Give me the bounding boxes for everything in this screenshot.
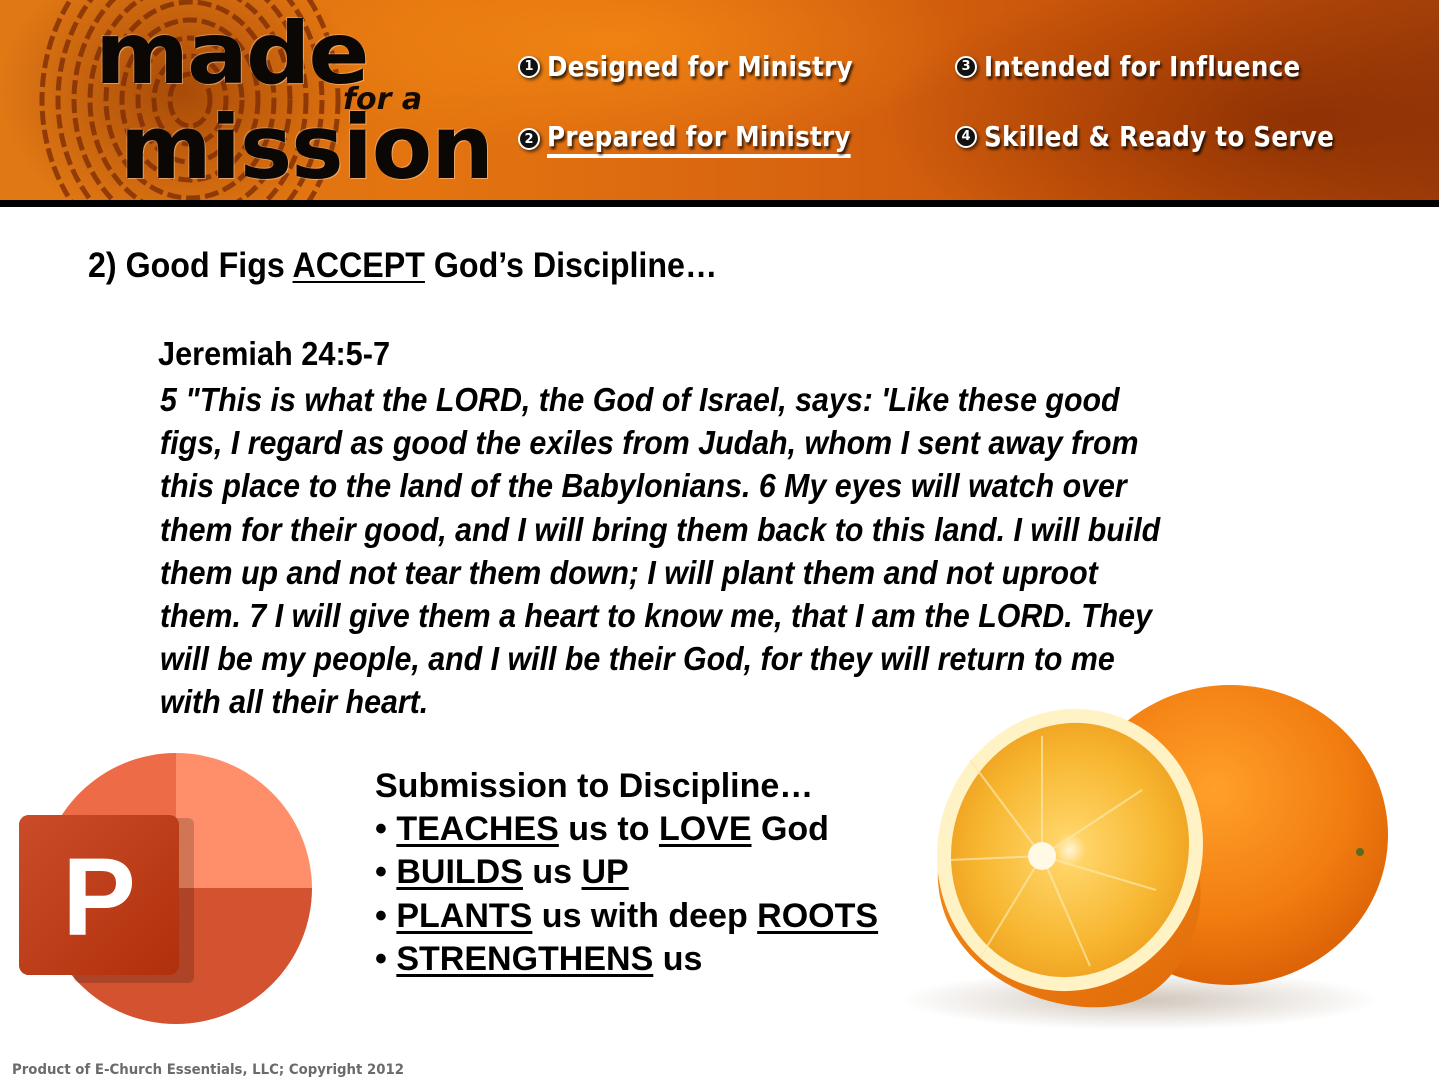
item-keyword: STRENGTHENS: [396, 939, 654, 978]
nav-item-skilled-ready-to-serve[interactable]: 4 Skilled & Ready to Serve: [955, 120, 1382, 153]
orange-halves-photo: [900, 685, 1388, 1030]
scripture-reference: Jeremiah 24:5-7: [158, 335, 391, 372]
item-text: us: [653, 939, 703, 978]
nav-label: Designed for Ministry: [547, 50, 853, 83]
list-item: • TEACHES us to LOVE God: [375, 808, 878, 851]
number-4-icon: 4: [955, 125, 977, 148]
item-keyword: TEACHES: [396, 810, 559, 849]
heading-suffix: God’s Discipline…: [424, 246, 718, 285]
number-1-icon: 1: [518, 55, 540, 78]
series-nav: 1 Designed for Ministry 2 Prepared for M…: [518, 44, 1438, 164]
scripture-line: figs, I regard as good the exiles from J…: [160, 424, 1139, 462]
scripture-line: them for their good, and I will bring th…: [160, 510, 1161, 548]
list-item: • PLANTS us with deep ROOTS: [375, 895, 878, 938]
copyright-footer: Product of E-Church Essentials, LLC; Cop…: [12, 1062, 405, 1078]
bullet-icon: •: [375, 896, 387, 935]
nav-item-intended-for-influence[interactable]: 3 Intended for Influence: [955, 50, 1344, 83]
logo-word-made: made: [95, 4, 370, 104]
item-text: God: [751, 810, 829, 849]
scripture-line: 5 "This is what the LORD, the God of Isr…: [160, 381, 1120, 418]
made-for-a-mission-logo: made for a mission: [95, 4, 494, 199]
submission-title: Submission to Discipline…: [375, 767, 814, 805]
ppt-letter: P: [62, 836, 135, 959]
list-item: • BUILDS us UP: [375, 851, 878, 894]
nav-item-designed-for-ministry[interactable]: 1 Designed for Ministry: [518, 50, 895, 83]
scripture-line: them. 7 I will give them a heart to know…: [160, 597, 1152, 635]
number-2-icon: 2: [518, 128, 540, 150]
heading-emphasis: ACCEPT: [292, 246, 425, 285]
nav-label: Prepared for Ministry: [547, 120, 851, 158]
list-item: • STRENGTHENS us: [375, 938, 878, 981]
item-keyword: UP: [581, 853, 629, 892]
scripture-line: this place to the land of the Babylonian…: [160, 467, 1127, 505]
heading-prefix: 2) Good Figs: [88, 246, 293, 285]
powerpoint-logo-icon: P: [19, 753, 312, 1024]
bullet-icon: •: [375, 939, 387, 978]
nav-label: Skilled & Ready to Serve: [984, 120, 1335, 153]
logo-word-mission: mission: [120, 96, 494, 199]
item-keyword: PLANTS: [396, 896, 533, 935]
header-banner: made for a mission 1 Designed for Minist…: [0, 0, 1439, 200]
item-keyword: ROOTS: [757, 896, 879, 935]
bullet-icon: •: [375, 853, 387, 892]
banner-divider: [0, 200, 1439, 207]
bullet-icon: •: [375, 810, 387, 849]
item-text: us to: [558, 810, 659, 849]
nav-item-prepared-for-ministry[interactable]: 2 Prepared for Ministry: [518, 120, 892, 158]
slide-heading: 2) Good Figs ACCEPT God’s Discipline…: [88, 246, 717, 286]
item-keyword: BUILDS: [396, 853, 523, 892]
scripture-line: them up and not tear them down; I will p…: [160, 553, 1098, 591]
item-keyword: LOVE: [658, 810, 752, 849]
number-3-icon: 3: [955, 55, 977, 78]
nav-label: Intended for Influence: [984, 50, 1301, 83]
item-text: us with deep: [532, 896, 758, 935]
submission-list: Submission to Discipline… • TEACHES us t…: [375, 765, 878, 981]
item-text: us: [522, 853, 582, 892]
